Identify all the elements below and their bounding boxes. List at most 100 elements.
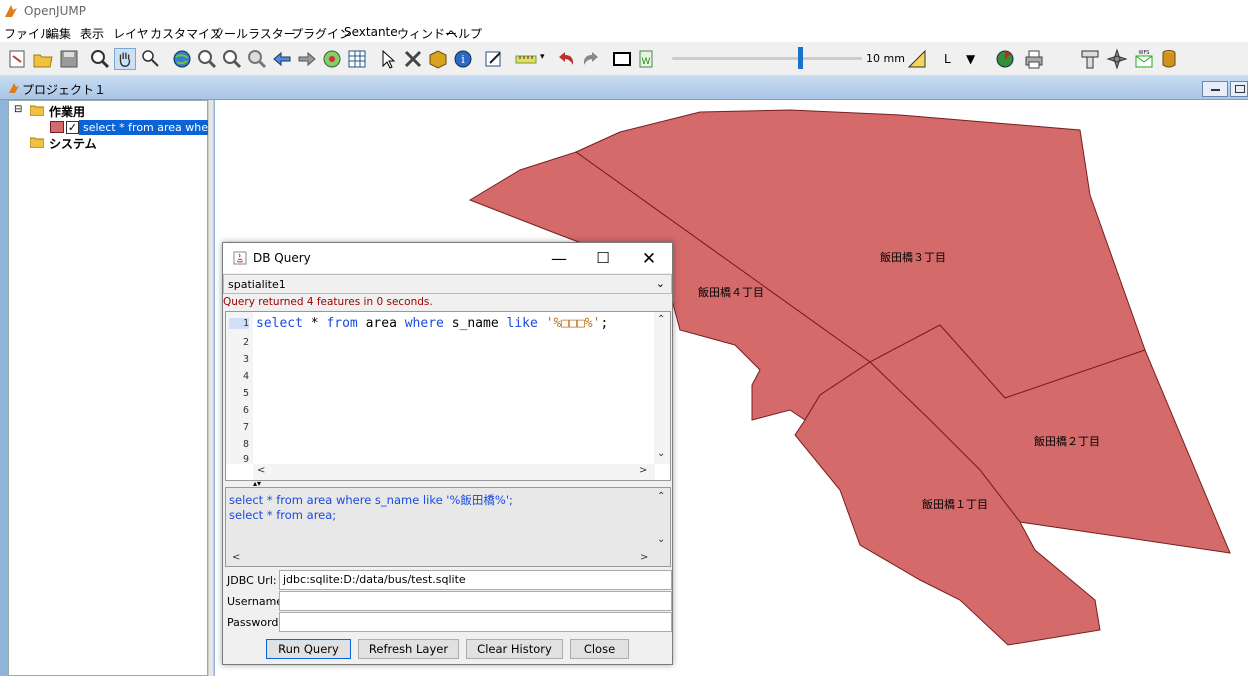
menu-bar: ファイル 編集 表示 レイヤ カスタマイズ ツール ラスター プラグイン Sex… (0, 22, 1248, 42)
app-title: OpenJUMP (24, 4, 86, 18)
folder-icon (30, 105, 44, 116)
password-input[interactable] (279, 612, 672, 632)
delete-tool-icon[interactable] (402, 48, 424, 70)
jdbc-url-input[interactable]: jdbc:sqlite:D:/data/bus/test.sqlite (279, 570, 672, 590)
scale-triangle-icon[interactable] (906, 48, 928, 70)
measure-ruler-icon[interactable] (514, 48, 540, 70)
connection-select[interactable]: spatialite1 ⌄ (223, 274, 672, 294)
zoom-pan-icon[interactable] (140, 48, 162, 70)
refresh-layer-button[interactable]: Refresh Layer (358, 639, 459, 659)
dialog-minimize-button[interactable]: — (549, 249, 569, 268)
menu-customize[interactable]: カスタマイズ (150, 25, 222, 42)
beanshell-icon[interactable]: W (636, 48, 658, 70)
pan-hand-icon[interactable] (114, 48, 136, 70)
close-button[interactable]: Close (570, 639, 629, 659)
scroll-right-icon[interactable]: > (639, 465, 647, 476)
username-input[interactable] (279, 591, 672, 611)
menu-help[interactable]: ヘルプ (446, 25, 482, 42)
scroll-left-icon[interactable]: < (257, 465, 265, 476)
tree-layer-item[interactable]: select * from area where (79, 120, 209, 135)
line-number: 2 (242, 337, 249, 348)
globe-pin-icon[interactable] (994, 48, 1016, 70)
run-query-button[interactable]: Run Query (266, 639, 351, 659)
menu-layer[interactable]: レイヤ (113, 25, 149, 42)
scroll-up-icon[interactable]: ⌃ (657, 491, 665, 502)
window-frame-icon[interactable] (611, 48, 633, 70)
map-label-iidabashi-2: 飯田橋２丁目 (1034, 435, 1100, 448)
line-number: 4 (242, 371, 249, 382)
editor-horizontal-scrollbar[interactable]: < > (253, 464, 655, 480)
sql-keyword: where (404, 316, 444, 331)
new-project-icon[interactable] (6, 48, 28, 70)
panel-splitter[interactable] (208, 100, 214, 676)
scroll-down-icon[interactable]: ⌄ (657, 534, 665, 545)
frame-minimize-button[interactable] (1202, 81, 1228, 97)
tree-category-system[interactable]: システム (49, 135, 97, 152)
layer-tree-panel (8, 100, 208, 676)
layer-dropdown-arrow-icon[interactable]: ▼ (966, 52, 975, 66)
main-toolbar: i ▾ W ▼ OK WFS (0, 42, 1248, 107)
tree-collapse-icon[interactable]: ⊟ (14, 104, 22, 115)
layout-icon[interactable] (1079, 48, 1101, 70)
svg-text:W: W (642, 57, 651, 67)
database-icon[interactable] (1158, 48, 1180, 70)
menu-raster[interactable]: ラスター (248, 25, 296, 42)
menu-plugins[interactable]: プラグイン (291, 25, 351, 42)
scroll-right-icon[interactable]: > (640, 552, 648, 563)
frame-maximize-button[interactable] (1230, 81, 1248, 97)
line-number: 3 (242, 354, 249, 365)
sql-text: area (357, 316, 405, 331)
query-history-list[interactable]: select * from area where s_name like '%飯… (225, 487, 671, 567)
dialog-maximize-button[interactable]: ☐ (593, 249, 613, 267)
undo-icon[interactable] (555, 48, 577, 70)
scroll-up-icon[interactable]: ⌃ (657, 314, 665, 325)
menu-edit[interactable]: 編集 (47, 25, 71, 42)
dialog-close-x-button[interactable]: ✕ (639, 249, 659, 269)
zoom-next-arrow-icon[interactable] (296, 48, 318, 70)
info-eye-icon[interactable] (321, 48, 343, 70)
select-arrow-icon[interactable] (377, 48, 399, 70)
zoom-full-extent-icon[interactable] (171, 48, 193, 70)
edit-pencil-icon[interactable] (483, 48, 505, 70)
measure-dropdown-icon[interactable]: ▾ (540, 52, 545, 62)
sql-text: s_name (443, 316, 507, 331)
folder-icon (30, 137, 44, 148)
feature-info-icon[interactable]: i (452, 48, 474, 70)
feature-box-icon[interactable] (427, 48, 449, 70)
scroll-down-icon[interactable]: ⌄ (657, 448, 665, 459)
java-cup-icon (233, 251, 247, 265)
redo-icon[interactable] (580, 48, 602, 70)
menu-view[interactable]: 表示 (80, 25, 104, 42)
sql-text: * (302, 316, 327, 331)
printer-icon[interactable] (1023, 48, 1045, 70)
scroll-left-icon[interactable]: < (232, 552, 240, 563)
layer-style-swatch-icon (50, 121, 64, 133)
history-item[interactable]: select * from area; (229, 508, 336, 522)
zoom-selected-icon[interactable] (221, 48, 243, 70)
open-folder-icon[interactable] (32, 48, 54, 70)
sql-keyword: from (326, 316, 358, 331)
clear-history-button[interactable]: Clear History (466, 639, 563, 659)
zoom-previous-arrow-icon[interactable] (271, 48, 293, 70)
tree-category-working[interactable]: 作業用 (49, 103, 85, 120)
scale-slider-thumb[interactable] (797, 47, 803, 69)
history-item[interactable]: select * from area where s_name like '%飯… (229, 492, 513, 508)
save-icon[interactable] (58, 48, 80, 70)
layer-visibility-checkbox[interactable]: ✓ (66, 121, 79, 134)
menu-sextante[interactable]: Sextante (344, 25, 398, 39)
menu-file[interactable]: ファイル (4, 25, 52, 42)
username-label: Username: (227, 595, 287, 608)
attribute-table-icon[interactable] (346, 48, 368, 70)
sql-editor[interactable]: 1 2 3 4 5 6 7 8 9 select * from area whe… (225, 311, 671, 481)
north-arrow-icon[interactable] (1106, 48, 1128, 70)
line-number-gutter: 1 2 3 4 5 6 7 8 9 (226, 312, 253, 465)
zoom-icon[interactable] (89, 48, 111, 70)
dialog-titlebar: DB Query — ☐ ✕ (223, 243, 672, 273)
menu-tools[interactable]: ツール (212, 25, 248, 42)
wfs-icon[interactable]: WFS (1133, 48, 1155, 70)
line-number: 6 (242, 405, 249, 416)
editor-vertical-scrollbar[interactable]: ⌃ ⌄ (654, 312, 670, 464)
scale-slider-track[interactable] (672, 57, 862, 60)
zoom-fence-icon[interactable] (246, 48, 268, 70)
zoom-to-layer-icon[interactable] (196, 48, 218, 70)
